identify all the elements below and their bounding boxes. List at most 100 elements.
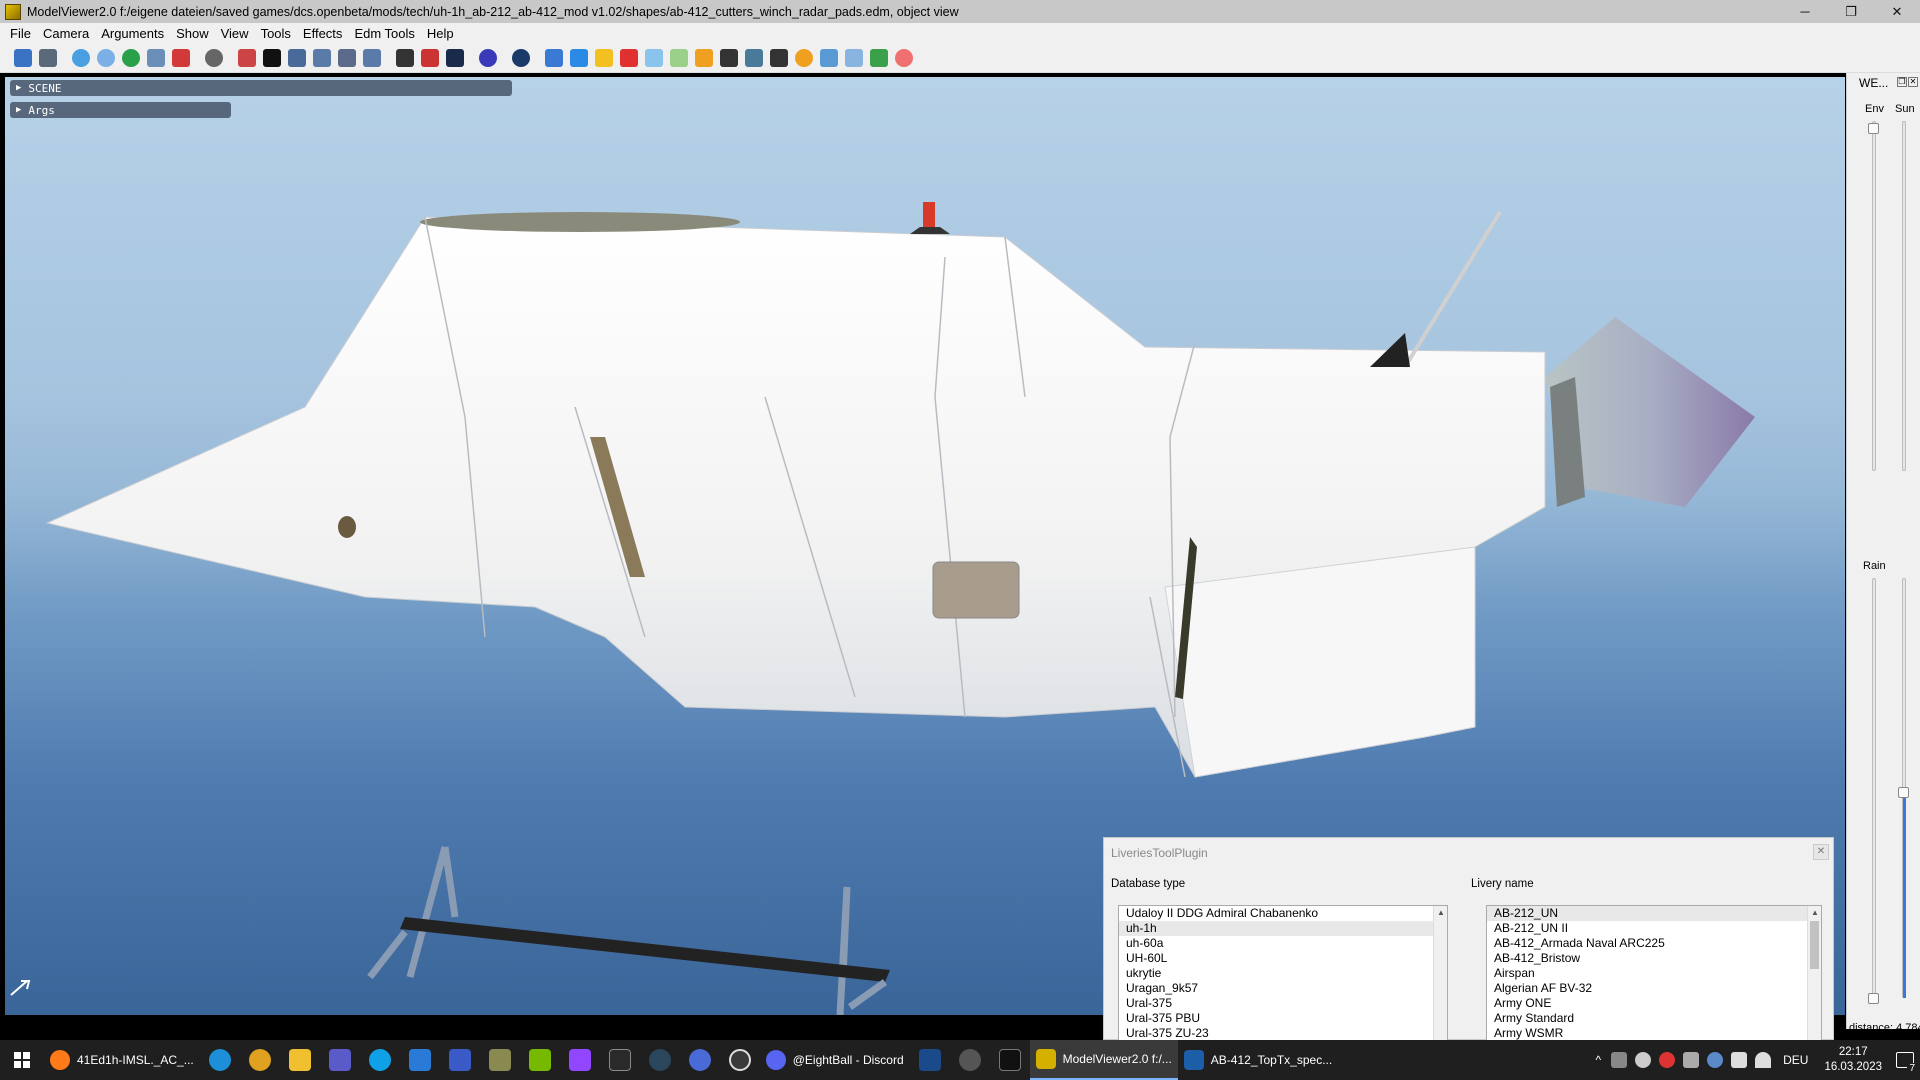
filter-icon[interactable]	[288, 48, 306, 67]
taskbar-item-twitch[interactable]	[560, 1040, 600, 1080]
grid-icon[interactable]	[845, 48, 863, 67]
speaker-icon[interactable]	[363, 48, 381, 67]
database-type-list[interactable]: Udaloy II DDG Admiral Chabanenko uh-1h u…	[1118, 905, 1448, 1045]
taskbar-item-store[interactable]	[400, 1040, 440, 1080]
taskbar-item-teams[interactable]	[320, 1040, 360, 1080]
axis-icon[interactable]	[820, 48, 838, 67]
cone-icon[interactable]	[313, 48, 331, 67]
taskbar-item-epic[interactable]	[600, 1040, 640, 1080]
chevron-up-icon[interactable]: ^	[1595, 1053, 1601, 1067]
figure-icon[interactable]	[720, 48, 738, 67]
list-item[interactable]: ukrytie	[1119, 966, 1447, 981]
light-cube-icon[interactable]	[645, 48, 663, 67]
skeleton-icon[interactable]	[172, 48, 190, 67]
menu-file[interactable]: File	[4, 26, 37, 41]
minimize-button[interactable]: ─	[1782, 0, 1828, 23]
list-item[interactable]: Airspan	[1487, 966, 1821, 981]
taskbar-item-discord[interactable]: @EightBall - Discord	[760, 1040, 910, 1080]
copy-icon[interactable]	[595, 48, 613, 67]
dialog-close-icon[interactable]: ✕	[1813, 844, 1829, 860]
battery-icon[interactable]	[1731, 1052, 1748, 1068]
taskbar-item-nvidia[interactable]	[520, 1040, 560, 1080]
livery-name-list[interactable]: AB-212_UN AB-212_UN II AB-412_Armada Nav…	[1486, 905, 1822, 1045]
list-item[interactable]: Ural-375	[1119, 996, 1447, 1011]
grid-point-icon[interactable]	[263, 48, 281, 67]
menu-edm-tools[interactable]: Edm Tools	[348, 26, 420, 41]
list-item[interactable]: uh-60a	[1119, 936, 1447, 951]
taskbar-item-obs[interactable]	[720, 1040, 760, 1080]
tray-record-icon[interactable]	[1659, 1052, 1676, 1068]
float-panel-icon[interactable]: ❐	[1897, 77, 1907, 87]
arrow-icon[interactable]	[338, 48, 356, 67]
save-icon[interactable]	[14, 48, 32, 67]
taskbar-item-steam[interactable]	[640, 1040, 680, 1080]
list-item[interactable]: AB-412_Bristow	[1487, 951, 1821, 966]
texture-icon[interactable]	[147, 48, 165, 67]
list-item[interactable]: AB-412_Armada Naval ARC225	[1487, 936, 1821, 951]
refresh-icon[interactable]	[97, 48, 115, 67]
taskbar-item-app[interactable]	[680, 1040, 720, 1080]
list-item[interactable]: Algerian AF BV-32	[1487, 981, 1821, 996]
language-indicator[interactable]: DEU	[1783, 1053, 1808, 1067]
taskbar-item-explorer[interactable]	[280, 1040, 320, 1080]
tray-app-icon[interactable]	[1683, 1052, 1700, 1068]
taskbar-item-skype[interactable]	[360, 1040, 400, 1080]
taskbar-item-edge[interactable]	[200, 1040, 240, 1080]
stack-icon[interactable]	[745, 48, 763, 67]
list-item[interactable]: AB-212_UN II	[1487, 921, 1821, 936]
image-icon[interactable]	[396, 48, 414, 67]
screen-icon[interactable]	[446, 48, 464, 67]
list-item[interactable]: Army ONE	[1487, 996, 1821, 1011]
rain-slider-track[interactable]	[1872, 578, 1876, 998]
close-button[interactable]: ✕	[1874, 0, 1920, 23]
reload-icon[interactable]	[122, 48, 140, 67]
env-slider-handle[interactable]	[1868, 123, 1879, 134]
green-cube-icon[interactable]	[670, 48, 688, 67]
taskbar-item-firefox[interactable]: 41Ed1h-IMSL._AC_...	[44, 1040, 200, 1080]
sun-icon[interactable]	[795, 48, 813, 67]
steam-tray-icon[interactable]	[1707, 1052, 1724, 1068]
chart-icon[interactable]	[545, 48, 563, 67]
menu-arguments[interactable]: Arguments	[95, 26, 170, 41]
args-panel-header[interactable]: ▶ Args	[10, 102, 231, 118]
list-item[interactable]: Uragan_9k57	[1119, 981, 1447, 996]
dots-grid-icon[interactable]	[870, 48, 888, 67]
list-item[interactable]: Ural-375 ZU-23	[1119, 1026, 1447, 1041]
menu-camera[interactable]: Camera	[37, 26, 95, 41]
list-item[interactable]: Udaloy II DDG Admiral Chabanenko	[1119, 906, 1447, 921]
second-slider-handle[interactable]	[1898, 787, 1909, 798]
wifi-icon[interactable]	[1755, 1052, 1772, 1068]
scene-panel-header[interactable]: ▶ SCENE	[10, 80, 512, 96]
list-item[interactable]: Army Standard	[1487, 1011, 1821, 1026]
color-icon[interactable]	[421, 48, 439, 67]
tray-app-icon[interactable]	[1611, 1052, 1628, 1068]
env-slider-track[interactable]	[1872, 121, 1876, 471]
menu-effects[interactable]: Effects	[297, 26, 349, 41]
list-item[interactable]: uh-1h	[1119, 921, 1447, 936]
undo-icon[interactable]	[479, 48, 497, 67]
rain-slider-handle[interactable]	[1868, 993, 1879, 1004]
list-item[interactable]: AB-212_UN	[1487, 906, 1821, 921]
taskbar-item-dcs[interactable]	[910, 1040, 950, 1080]
crosshair-icon[interactable]	[238, 48, 256, 67]
notification-button[interactable]: 7	[1890, 1040, 1920, 1080]
play-icon[interactable]	[512, 48, 530, 67]
camera-icon[interactable]	[205, 48, 223, 67]
taskbar-item-chrome[interactable]	[240, 1040, 280, 1080]
graph-icon[interactable]	[695, 48, 713, 67]
sun-slider-track[interactable]	[1902, 121, 1906, 471]
menu-view[interactable]: View	[215, 26, 255, 41]
scroll-up-icon[interactable]: ▲	[1434, 906, 1447, 920]
taskbar-item-save[interactable]	[440, 1040, 480, 1080]
taskbar-item-headset[interactable]	[950, 1040, 990, 1080]
export-icon[interactable]	[39, 48, 57, 67]
taskbar-item-photoshop[interactable]: AB-412_TopTx_spec...	[1178, 1040, 1338, 1080]
list-item[interactable]: Army WSMR	[1487, 1026, 1821, 1041]
scrollbar[interactable]: ▲	[1433, 906, 1447, 1044]
clock[interactable]: 22:17 16.03.2023	[1824, 1045, 1882, 1075]
maximize-button[interactable]: ❐	[1828, 0, 1874, 23]
taskbar-item-editor[interactable]	[480, 1040, 520, 1080]
scroll-thumb[interactable]	[1810, 921, 1819, 969]
cloud-icon[interactable]	[1635, 1052, 1652, 1068]
taskbar-item-modelviewer[interactable]: ModelViewer2.0 f:/...	[1029, 1040, 1178, 1080]
